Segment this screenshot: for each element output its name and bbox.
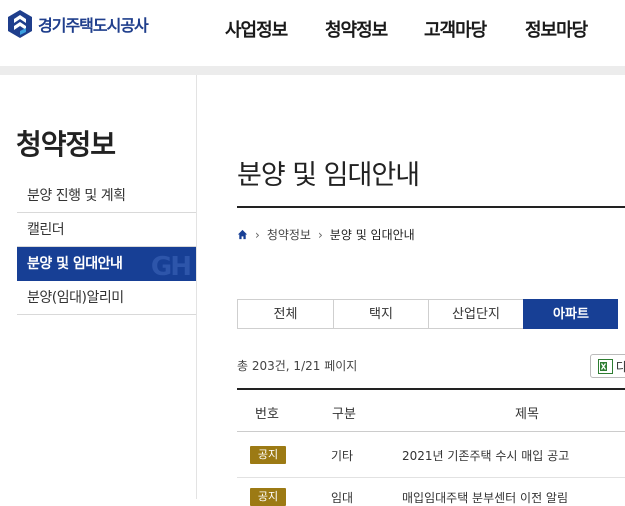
- notice-badge: 공지: [250, 446, 286, 464]
- row-type: 임대: [331, 491, 354, 505]
- home-icon[interactable]: [237, 229, 248, 240]
- row-title-link[interactable]: 2021년 기존주택 수시 매입 공고: [402, 447, 569, 464]
- main-content: 분양 및 임대안내 › 청약정보 › 분양 및 임대안내 전체 택지 산업단지 …: [237, 75, 625, 506]
- excel-icon: [598, 358, 613, 374]
- sidebar: 청약정보 분양 진행 및 계획 캘린더 GH 분양 및 임대안내 분양(임대)알…: [0, 75, 197, 499]
- site-logo[interactable]: 경기주택도시공사: [6, 9, 149, 39]
- breadcrumb-item[interactable]: 청약정보: [267, 226, 311, 243]
- logo-text: 경기주택도시공사: [38, 16, 149, 35]
- excel-download-button[interactable]: 다: [590, 354, 625, 378]
- notice-badge: 공지: [250, 488, 286, 506]
- breadcrumb: › 청약정보 › 분양 및 임대안내: [237, 226, 415, 243]
- sidebar-item-sale-rent-guide[interactable]: GH 분양 및 임대안내: [17, 247, 196, 281]
- gh-logo-icon: [8, 10, 32, 38]
- column-header-title: 제목: [515, 407, 539, 422]
- table-top-border: [237, 388, 625, 390]
- sidebar-item-calendar[interactable]: 캘린더: [17, 213, 196, 247]
- nav-item-info[interactable]: 정보마당: [525, 16, 588, 42]
- nav-item-subscription[interactable]: 청약정보: [325, 16, 388, 42]
- sidebar-menu: 분양 진행 및 계획 캘린더 GH 분양 및 임대안내 분양(임대)알리미: [17, 179, 196, 315]
- site-header: 경기주택도시공사 사업정보 청약정보 고객마당 정보마당: [0, 0, 625, 66]
- title-divider: [237, 206, 625, 208]
- gh-watermark-icon: GH: [150, 252, 192, 281]
- row-type: 기타: [331, 449, 354, 463]
- chevron-right-icon: ›: [317, 227, 323, 242]
- nav-item-business[interactable]: 사업정보: [225, 16, 288, 42]
- sidebar-item-label: 분양 진행 및 계획: [27, 188, 126, 204]
- nav-item-customer[interactable]: 고객마당: [424, 16, 487, 42]
- sidebar-item-alert[interactable]: 분양(임대)알리미: [17, 281, 196, 315]
- row-title-link[interactable]: 매입임대주택 분부센터 이전 알림: [402, 489, 568, 506]
- breadcrumb-current: 분양 및 임대안내: [329, 228, 415, 242]
- tab-all[interactable]: 전체: [237, 299, 333, 329]
- sidebar-item-label: 분양 및 임대안내: [27, 256, 123, 272]
- sidebar-title: 청약정보: [16, 128, 116, 161]
- tab-land[interactable]: 택지: [333, 299, 428, 329]
- sidebar-item-label: 캘린더: [27, 222, 65, 238]
- header-divider: [0, 66, 625, 75]
- category-tabs: 전체 택지 산업단지 아파트: [237, 299, 618, 329]
- sidebar-item-sale-plan[interactable]: 분양 진행 및 계획: [17, 179, 196, 213]
- table-header-divider: [237, 431, 625, 432]
- excel-download-label: 다: [616, 358, 625, 375]
- column-header-type: 구분: [332, 407, 356, 422]
- table-row-divider: [237, 477, 625, 478]
- chevron-right-icon: ›: [255, 227, 260, 242]
- sidebar-item-label: 분양(임대)알리미: [27, 290, 124, 306]
- tab-industrial[interactable]: 산업단지: [428, 299, 523, 329]
- tab-apartment[interactable]: 아파트: [523, 299, 618, 329]
- column-header-number: 번호: [255, 407, 279, 422]
- result-count: 총 203건, 1/21 페이지: [237, 359, 358, 373]
- page-title: 분양 및 임대안내: [237, 160, 420, 191]
